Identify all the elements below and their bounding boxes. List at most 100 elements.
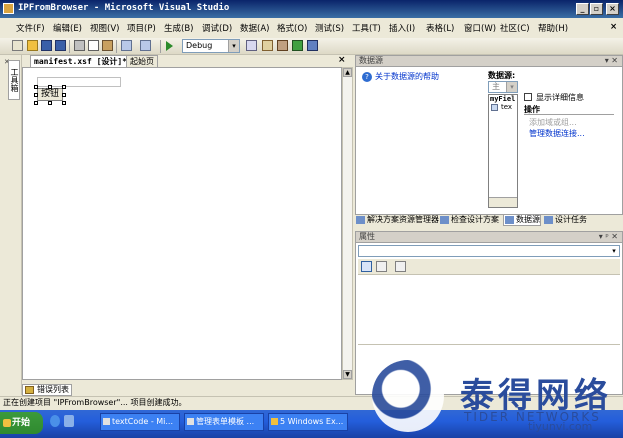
new-project-icon[interactable] [12,40,23,51]
start-button[interactable]: 开始 [0,412,43,434]
properties-icon[interactable] [262,40,273,51]
maximize-button[interactable]: ▫ [590,3,603,15]
error-list-tab[interactable]: 错误列表 [22,384,72,396]
menu-project[interactable]: 项目(P) [127,22,156,34]
tree-item-myfields[interactable]: myFiel [489,95,517,103]
tree-item-text[interactable]: tex [489,103,517,111]
start-label: 开始 [12,418,31,428]
menu-view[interactable]: 视图(V) [90,22,119,34]
tab-datasource[interactable]: 数据源 [503,215,541,226]
ie-quicklaunch-icon[interactable] [50,415,60,427]
menu-tools[interactable]: 工具(T) [352,22,381,34]
properties-panel-title: 属性 ▾ ᵖ ✕ [356,232,622,243]
object-browser-icon[interactable] [292,40,303,51]
form-design-surface[interactable] [22,67,342,380]
datasource-help-link[interactable]: 关于数据源的帮助 [375,71,439,82]
panel-controls-icon[interactable]: ▾ ✕ [605,56,618,66]
copy-icon[interactable] [88,40,99,51]
alphabetical-icon[interactable] [376,261,387,272]
error-list-label: 错误列表 [37,385,69,394]
doc-close-icon[interactable]: × [610,22,617,32]
taskbar-item-form-templates[interactable]: 管理表单模板 ... [184,413,264,431]
menu-build[interactable]: 生成(B) [164,22,193,34]
taskbar-item-textcode[interactable]: textCode - Mi... [100,413,180,431]
desktop-quicklaunch-icon[interactable] [64,415,74,427]
design-vertical-scrollbar[interactable]: ▲ ▼ [342,67,353,380]
toolbox-tools-icon[interactable] [277,40,288,51]
tab-manifest-design[interactable]: manifest.xsf [设计]* [30,55,132,67]
datasource-select[interactable]: 主 ▾ [488,81,518,93]
resize-handle[interactable] [62,101,66,105]
redo-icon[interactable] [140,40,151,51]
close-button[interactable]: × [606,3,619,15]
title-bar: IPFromBrowser - Microsoft Visual Studio … [0,0,623,18]
resize-handle[interactable] [62,93,66,97]
taskbar-item-label: 5 Windows Ex... [280,417,344,426]
categorized-icon[interactable] [361,261,372,272]
properties-controls-icon[interactable]: ▾ ᵖ ✕ [599,232,618,242]
add-field-link[interactable]: 添加域或组... [529,117,577,128]
menu-table[interactable]: 表格(L) [426,22,454,34]
show-details-label: 显示详细信息 [536,93,584,102]
chevron-down-icon[interactable]: ▾ [609,246,619,256]
tab-design-tasks[interactable]: 设计任务 [543,215,587,226]
taskbar-item-windows-explorer[interactable]: 5 Windows Ex... [268,413,348,431]
find-icon[interactable] [246,40,257,51]
menu-edit[interactable]: 编辑(E) [53,22,82,34]
property-pages-icon[interactable] [395,261,406,272]
save-all-icon[interactable] [55,40,66,51]
menu-data[interactable]: 数据(A) [240,22,269,34]
form-button[interactable]: 按钮 [37,88,63,101]
menu-test[interactable]: 测试(S) [315,22,344,34]
tab-start-page[interactable]: 起始页 [126,55,158,67]
window-layout-icon[interactable] [307,40,318,51]
datasource-panel-title: 数据源 ▾ ✕ [356,56,622,67]
menu-window[interactable]: 窗口(W) [464,22,496,34]
resize-handle[interactable] [34,85,38,89]
close-document-icon[interactable]: × [338,55,346,65]
resize-handle[interactable] [34,101,38,105]
solution-config-value: Debug [186,41,213,50]
tab-solution-explorer-label: 解决方案资源管理器 [367,215,439,224]
open-folder-icon[interactable] [27,40,38,51]
solution-config-select[interactable]: Debug ▾ [182,39,240,53]
chevron-down-icon[interactable]: ▾ [228,40,239,52]
design-tasks-icon [544,216,553,224]
paste-icon[interactable] [102,40,113,51]
properties-object-select[interactable]: ▾ [358,245,620,257]
show-details-checkbox[interactable] [524,93,532,101]
resize-handle[interactable] [34,93,38,97]
scroll-down-icon[interactable]: ▼ [343,370,352,379]
watermark-emblem [372,360,444,432]
toolbox-tab[interactable]: 工具箱 [8,60,20,100]
minimize-button[interactable]: _ [576,3,589,15]
scroll-up-icon[interactable]: ▲ [343,68,352,77]
windows-logo-icon [3,419,11,427]
menu-format[interactable]: 格式(O) [277,22,307,34]
menu-debug[interactable]: 调试(D) [202,22,232,34]
menu-help[interactable]: 帮助(H) [538,22,568,34]
resize-handle[interactable] [62,85,66,89]
app-icon [3,3,14,14]
datasource-tree[interactable]: myFiel tex [488,94,518,208]
watermark-url: tiyunvi.com [528,420,593,433]
cut-icon[interactable] [74,40,85,51]
undo-icon[interactable] [121,40,132,51]
menu-file[interactable]: 文件(F) [16,22,45,34]
design-checker-icon [440,216,449,224]
tab-design-checker[interactable]: 检查设计方案 [439,215,499,226]
menu-insert[interactable]: 插入(I) [389,22,415,34]
tree-horizontal-scrollbar[interactable] [489,197,517,207]
toolbar-separator [160,40,161,53]
save-icon[interactable] [41,40,52,51]
window-title: IPFromBrowser - Microsoft Visual Studio [18,3,230,13]
toolbar-overflow-icon[interactable] [322,40,328,51]
resize-handle[interactable] [48,101,52,105]
resize-handle[interactable] [48,85,52,89]
manage-connections-link[interactable]: 管理数据连接... [529,128,585,139]
menu-community[interactable]: 社区(C) [500,22,530,34]
taskbar-item-label: textCode - Mi... [112,417,173,426]
chevron-down-icon[interactable]: ▾ [506,82,517,92]
start-debug-icon[interactable] [166,41,173,51]
tab-solution-explorer[interactable]: 解决方案资源管理器 [355,215,439,226]
